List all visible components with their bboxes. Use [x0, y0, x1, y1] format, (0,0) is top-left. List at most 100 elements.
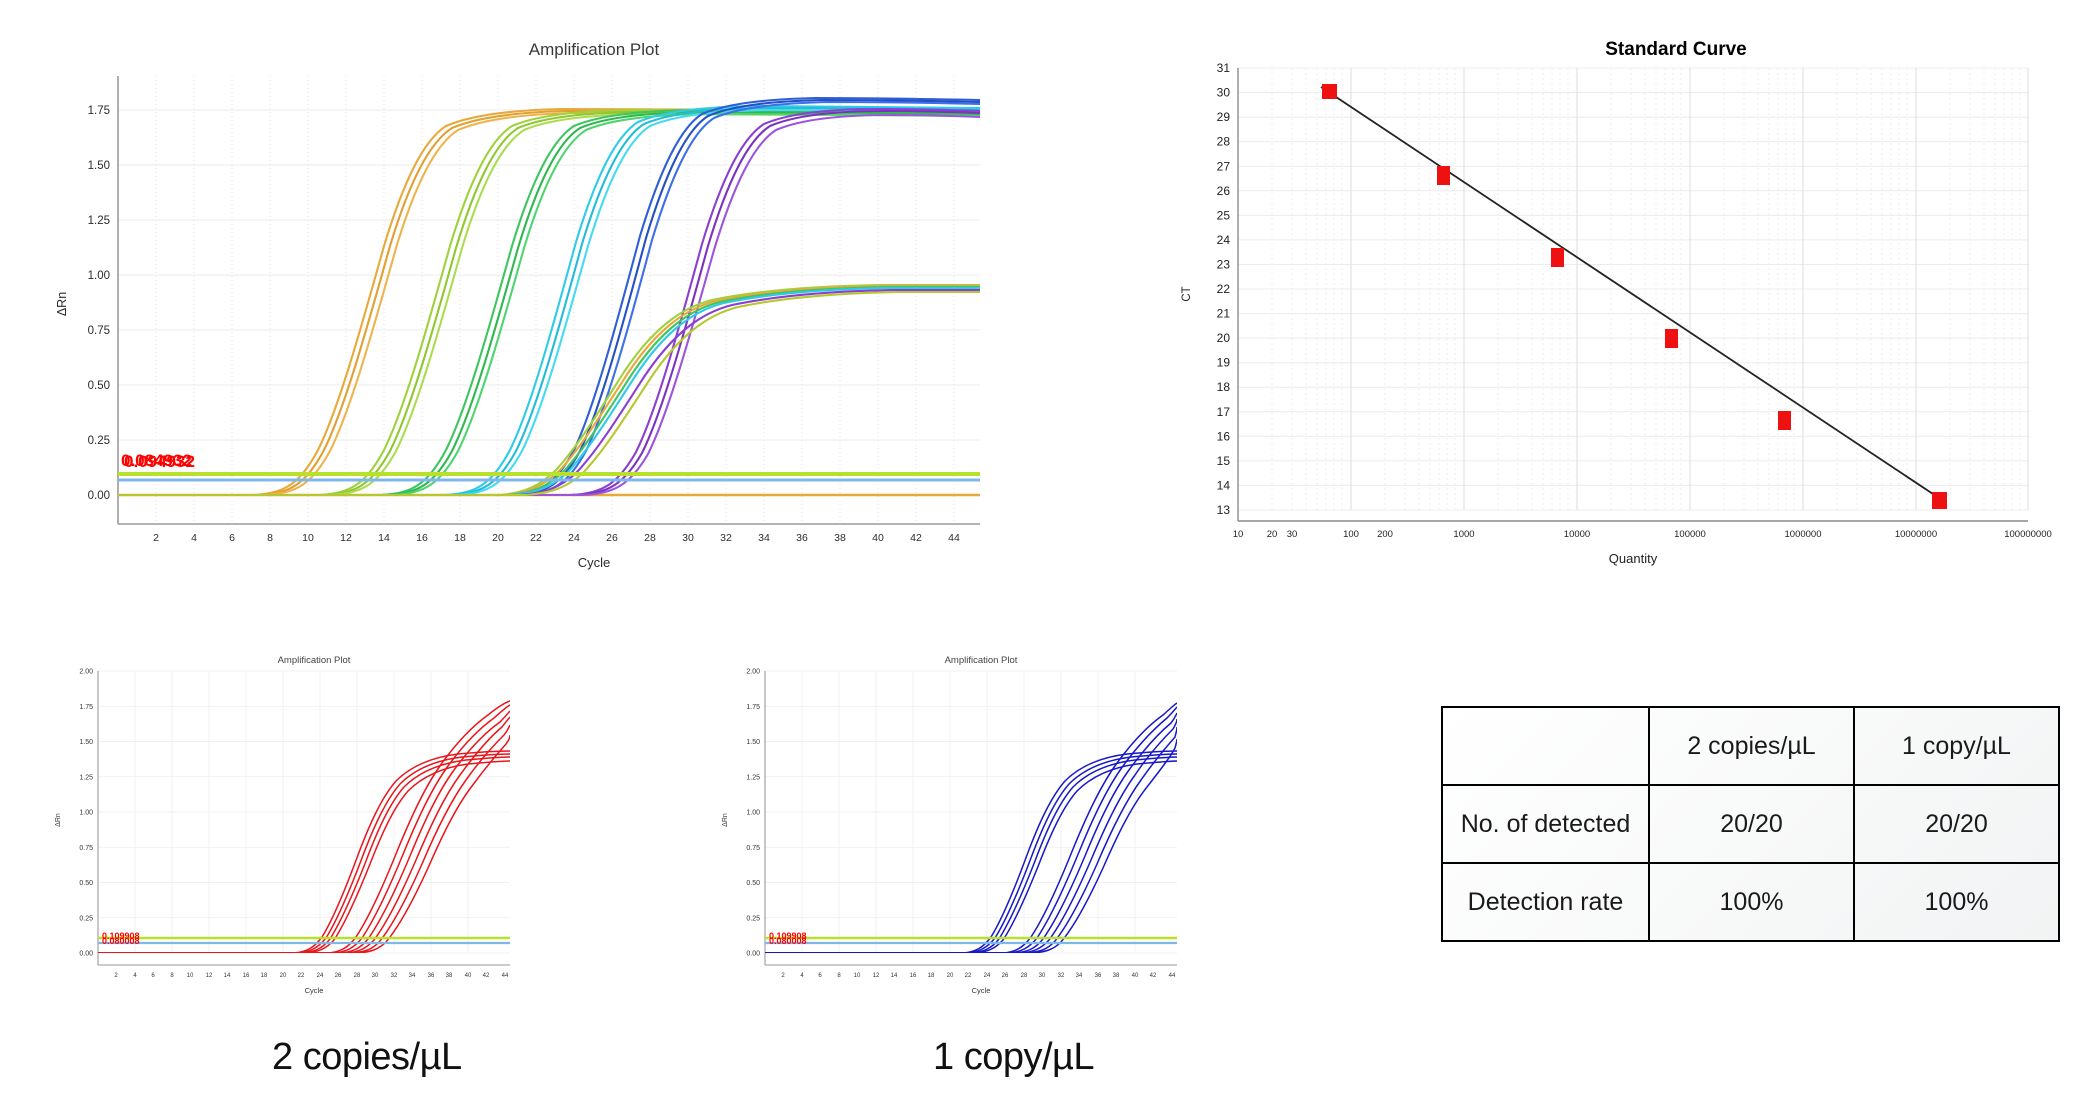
table-row-label-rate: Detection rate — [1441, 862, 1650, 942]
y-tick: 0.25 — [746, 915, 760, 922]
y-tick: 23 — [1217, 258, 1231, 272]
y-tick: 21 — [1217, 307, 1231, 321]
main-amplification-svg: Amplification Plot 0.00 0.25 0.50 0.75 1… — [55, 40, 980, 570]
data-point-2 — [1437, 166, 1450, 185]
x-tick: 10000 — [1564, 529, 1590, 540]
data-point-6 — [1932, 492, 1947, 509]
x-tick: 10 — [854, 973, 861, 979]
x-tick: 24 — [984, 973, 991, 979]
caption-1-copy: 1 copy/µL — [933, 1036, 1095, 1078]
x-tick: 18 — [261, 973, 268, 979]
x-tick: 42 — [910, 532, 922, 544]
x-tick: 2 — [781, 973, 785, 979]
table-corner-cell — [1441, 706, 1650, 786]
y-tick: 2.00 — [746, 669, 760, 676]
x-tick: 14 — [378, 532, 390, 544]
x-tick: 10 — [1233, 529, 1244, 540]
x-tick: 4 — [800, 973, 804, 979]
table-cell-rate-1copy: 100% — [1853, 862, 2060, 942]
y-tick: 0.75 — [79, 845, 93, 852]
x-tick: 40 — [1132, 973, 1139, 979]
x-tick: 32 — [720, 532, 732, 544]
x-tick: 38 — [1113, 973, 1120, 979]
table-row-label-detected: No. of detected — [1441, 784, 1650, 864]
x-tick: 100000 — [1674, 529, 1706, 540]
x-tick: 4 — [191, 532, 197, 544]
y-tick-labels: 0.00 0.25 0.50 0.75 1.00 1.25 1.50 1.75 … — [79, 669, 93, 958]
x-tick: 2 — [153, 532, 159, 544]
x-tick: 34 — [1076, 973, 1083, 979]
x-tick: 22 — [530, 532, 542, 544]
table-cell-rate-2copies: 100% — [1648, 862, 1855, 942]
x-tick: 38 — [834, 532, 846, 544]
y-tick: 16 — [1217, 429, 1231, 443]
x-tick: 12 — [340, 532, 352, 544]
y-tick: 28 — [1217, 135, 1231, 149]
x-tick: 20 — [492, 532, 504, 544]
x-tick: 4 — [133, 973, 137, 979]
y-tick: 13 — [1217, 503, 1231, 517]
y-axis-label: ΔRn — [55, 813, 62, 827]
x-tick: 14 — [891, 973, 898, 979]
x-tick-labels: 10 20 30 100 200 1000 10000 100000 10000… — [1233, 529, 2052, 540]
main-amplification-plot: Amplification Plot 0.00 0.25 0.50 0.75 1… — [0, 14, 1060, 574]
plot-title: Amplification Plot — [529, 40, 660, 59]
small-amplification-left-svg: Amplification Plot 0.00 0.25 0.50 0.75 1… — [55, 655, 510, 995]
x-tick: 32 — [1058, 973, 1065, 979]
x-tick: 42 — [483, 973, 490, 979]
y-tick: 1.25 — [746, 774, 760, 781]
plot-title: Standard Curve — [1605, 39, 1746, 60]
threshold-value-front: 0.084932 — [121, 451, 192, 470]
x-tick: 20 — [1267, 529, 1278, 540]
y-tick: 1.50 — [746, 739, 760, 746]
x-tick: 26 — [1002, 973, 1009, 979]
x-tick: 8 — [837, 973, 841, 979]
y-axis-label: ΔRn — [722, 813, 729, 827]
x-tick: 24 — [317, 973, 324, 979]
x-tick: 28 — [644, 532, 656, 544]
y-tick: 22 — [1217, 282, 1231, 296]
y-tick: 0.25 — [88, 435, 110, 447]
x-tick: 28 — [1021, 973, 1028, 979]
y-tick: 24 — [1217, 233, 1231, 247]
x-axis-label: Cycle — [972, 986, 991, 995]
x-tick: 1000 — [1453, 529, 1474, 540]
x-tick: 34 — [758, 532, 770, 544]
table-row: Detection rate 100% 100% — [1441, 862, 2060, 942]
x-axis-label: Cycle — [578, 555, 611, 570]
y-tick: 30 — [1217, 86, 1231, 100]
data-point-3 — [1551, 248, 1564, 267]
y-tick: 25 — [1217, 208, 1231, 222]
y-tick: 0.50 — [746, 880, 760, 887]
x-tick: 30 — [372, 973, 379, 979]
x-tick: 26 — [606, 532, 618, 544]
plot-title: Amplification Plot — [945, 655, 1018, 666]
y-tick: 20 — [1217, 331, 1231, 345]
y-tick: 1.25 — [79, 774, 93, 781]
y-tick: 0.00 — [88, 490, 110, 502]
x-tick: 44 — [502, 973, 509, 979]
threshold-value-front: 0.109908 — [769, 931, 807, 941]
x-tick-labels: 2 4 6 8 10 12 14 16 18 20 22 24 26 28 30… — [153, 532, 960, 544]
x-tick: 16 — [910, 973, 917, 979]
x-tick: 12 — [206, 973, 213, 979]
y-tick: 0.50 — [79, 880, 93, 887]
x-tick: 38 — [446, 973, 453, 979]
y-tick: 29 — [1217, 110, 1231, 124]
x-tick: 200 — [1377, 529, 1393, 540]
x-tick: 6 — [229, 532, 235, 544]
x-tick: 34 — [409, 973, 416, 979]
x-tick: 10 — [302, 532, 314, 544]
data-point-5 — [1778, 411, 1791, 430]
y-tick: 0.00 — [746, 951, 760, 958]
x-tick: 18 — [454, 532, 466, 544]
x-tick: 36 — [796, 532, 808, 544]
x-tick: 12 — [873, 973, 880, 979]
standard-curve-plot: Standard Curve 13 14 15 16 17 18 19 20 2… — [1160, 14, 2083, 574]
y-tick: 14 — [1217, 478, 1231, 492]
x-tick: 36 — [1095, 973, 1102, 979]
y-tick: 1.50 — [88, 160, 110, 172]
x-axis-label: Cycle — [305, 986, 324, 995]
small-amplification-plot-2-copies: Amplification Plot 0.00 0.25 0.50 0.75 1… — [38, 645, 528, 1015]
y-tick: 1.75 — [746, 704, 760, 711]
